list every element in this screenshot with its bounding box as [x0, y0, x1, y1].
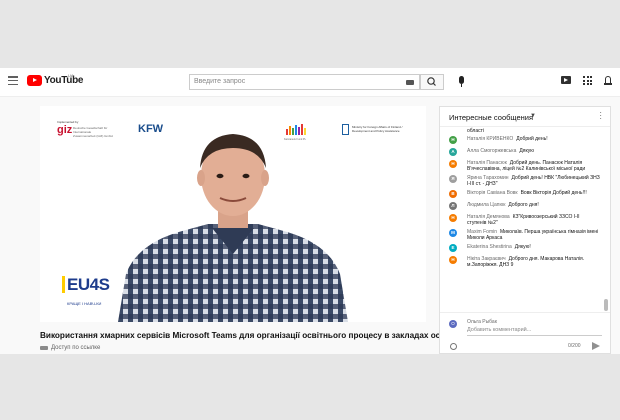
user-name: Ольга Рыбак: [467, 319, 497, 325]
youtube-logo-text[interactable]: YouTube: [44, 75, 84, 86]
eu4s-subtitle: КРАЩЕ І НАВЧ-КИ: [67, 301, 102, 306]
search-icon: [427, 77, 436, 86]
more-options-icon[interactable]: · · ·: [599, 109, 602, 123]
search-button[interactable]: [420, 74, 444, 90]
notifications-bell-icon[interactable]: [604, 76, 612, 85]
chat-message-list: області Н Наталія КРИВЕНКО Добрий день! А Ал…: [440, 127, 604, 309]
giz-logo: giz: [57, 124, 73, 136]
emoji-icon[interactable]: [450, 343, 457, 350]
video-player[interactable]: Implemented by giz Deutsche Gesellschaft…: [40, 106, 426, 322]
voice-search-icon[interactable]: [458, 76, 464, 88]
author-avatar: А: [449, 148, 457, 156]
chat-header: Интересные сообщения ▼ · · ·: [440, 107, 610, 127]
author-avatar: Л: [449, 202, 457, 210]
visibility-label: Доступ по ссылке: [51, 345, 101, 351]
browser-viewport: YouTube UA Введите запрос Implemented by…: [0, 68, 620, 354]
chat-message: E Ekaterina Shestirina Дякую!: [440, 244, 604, 253]
chat-message: Н Наталія КРИВЕНКО Добрий день!: [440, 136, 604, 145]
user-avatar: О: [449, 320, 457, 328]
search-input[interactable]: Введите запрос: [189, 74, 420, 90]
link-icon: [40, 346, 48, 350]
author-avatar: M: [449, 229, 457, 237]
chat-scrollbar-thumb[interactable]: [604, 299, 608, 311]
search-placeholder: Введите запрос: [194, 78, 246, 85]
ministry-logo-text: Ministry for Foreign Affairs of Finland …: [352, 125, 403, 133]
chat-message: M Maxim Fomin Миколаїв. Перша українська г…: [440, 229, 604, 241]
hamburger-menu-icon[interactable]: [8, 76, 18, 85]
region-code: UA: [68, 73, 74, 78]
send-icon[interactable]: [592, 342, 600, 350]
visibility-status: Доступ по ссылке: [40, 345, 100, 351]
chat-composer: О Ольга Рыбак Добавить комментарий... 0/…: [440, 312, 610, 354]
char-counter: 0/200: [568, 343, 581, 349]
chat-message: Я Ярина Тарахомин Добрий день! НВК "Любине…: [440, 175, 604, 187]
author-avatar: Н: [449, 256, 457, 264]
chat-message: Н Нікіта Закраєвич Доброго дня. Макарова Н…: [440, 256, 604, 268]
author-avatar: E: [449, 244, 457, 252]
message-author: Алла Смогоржевська: [467, 148, 517, 154]
message-text: Дякую: [519, 148, 534, 154]
author-avatar: В: [449, 190, 457, 198]
youtube-logo-icon[interactable]: [27, 75, 42, 86]
message-text: Дякую!: [514, 244, 531, 250]
giz-subtitle: Deutsche Gesellschaft für Internationale…: [73, 126, 113, 138]
message-author: Людмила Цапюк: [467, 202, 506, 208]
author-avatar: Н: [449, 160, 457, 168]
message-text: Доброго дня!: [508, 202, 539, 208]
chat-scrollbar[interactable]: [604, 127, 608, 309]
live-chat-panel: Интересные сообщения ▼ · · · області Н Ната…: [439, 106, 611, 354]
message-text: Вовк Вікторія Добрий день!!!: [520, 190, 587, 196]
chat-message: Н Наталія Панасюк Добрий день. Панасюк Нат…: [440, 160, 604, 172]
apps-grid-icon[interactable]: [583, 76, 592, 85]
chevron-down-icon[interactable]: ▼: [530, 113, 536, 119]
author-avatar: Н: [449, 136, 457, 144]
chat-message: Л Людмила Цапюк Доброго дня!: [440, 202, 604, 211]
message-author: Ekaterina Shestirina: [467, 244, 512, 250]
chat-input[interactable]: Добавить комментарий...: [467, 327, 602, 336]
message-author: Вікторія Савіана Вовк: [467, 190, 518, 196]
presenter-image: [118, 134, 348, 322]
create-video-icon[interactable]: [561, 76, 571, 84]
masthead: YouTube UA Введите запрос: [0, 68, 620, 97]
chat-message: Н Наталія Демянова КЗ"Кривоозерський ЗЗСО …: [440, 214, 604, 226]
eu4s-logo: EU4S: [62, 276, 110, 293]
message-author: Наталія КРИВЕНКО: [467, 136, 514, 142]
video-title: Використання хмарних сервісів Microsoft …: [40, 331, 457, 340]
chat-message: А Алла Смогоржевська Дякую: [440, 148, 604, 157]
keyboard-icon[interactable]: [406, 80, 414, 85]
author-avatar: Я: [449, 175, 457, 183]
truncated-message-text: області: [467, 128, 485, 134]
message-text: Добрий день!: [516, 136, 548, 142]
chat-message: В Вікторія Савіана Вовк Вовк Вікторія Добр…: [440, 190, 604, 199]
author-avatar: Н: [449, 214, 457, 222]
chat-mode-dropdown[interactable]: Интересные сообщения: [449, 113, 533, 122]
